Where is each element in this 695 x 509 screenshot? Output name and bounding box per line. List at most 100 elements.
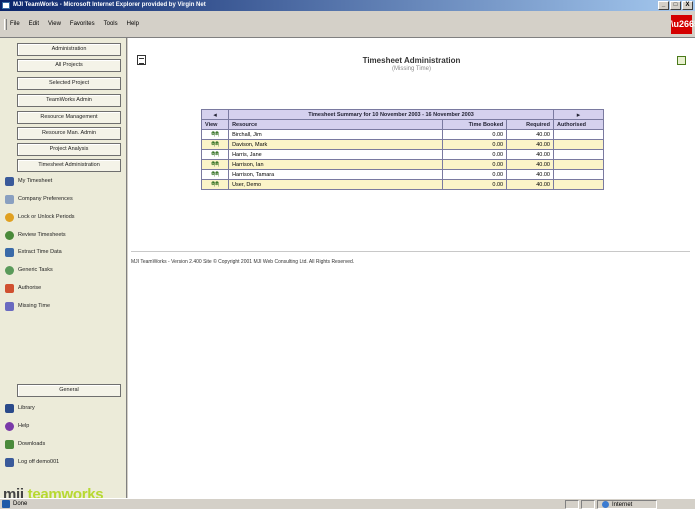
sidebar-link-missing-time[interactable]: Missing Time <box>5 299 50 313</box>
time-booked-cell: 0.00 <box>441 179 508 190</box>
ie-app-icon <box>2 2 10 9</box>
column-header-authorised: Authorised <box>552 119 605 130</box>
authorised-cell <box>552 129 605 140</box>
time-booked-cell: 0.00 <box>441 159 508 170</box>
resource-cell: Harris, Jane <box>228 149 443 160</box>
toolbar-grip[interactable] <box>4 19 7 30</box>
resource-cell: Birchall, Jim <box>228 129 443 140</box>
sidebar-link-authorise[interactable]: Authorise <box>5 281 41 295</box>
sidebar-button-selected-project[interactable]: Selected Project <box>17 77 121 90</box>
resource-cell: Harrison, Tamara <box>228 169 443 180</box>
next-week-button[interactable]: ▸ <box>552 109 605 120</box>
view-glasses-icon[interactable]: ෧෧ <box>200 159 230 170</box>
table-row: ෧෧ Birchall, Jim 0.00 40.00 <box>200 129 605 140</box>
sidebar-link-label: Review Timesheets <box>18 232 66 238</box>
internet-globe-icon <box>602 501 609 508</box>
sidebar-button-resource-man-admin[interactable]: Resource Man. Admin <box>17 127 121 140</box>
help-icon <box>5 421 14 431</box>
time-booked-cell: 0.00 <box>441 129 508 140</box>
table-row: ෧෧ Harrison, Tamara 0.00 40.00 <box>200 169 605 180</box>
review-icon <box>5 230 14 240</box>
menu-favorites[interactable]: Favorites <box>70 21 95 27</box>
prev-week-button[interactable]: ◂ <box>200 109 230 120</box>
authorised-cell <box>552 179 605 190</box>
sidebar-link-generic-tasks[interactable]: Generic Tasks <box>5 263 53 277</box>
virgin-logo-icon: \u2665 <box>671 15 695 34</box>
authorised-cell <box>552 159 605 170</box>
sidebar-link-label: Help <box>18 423 30 429</box>
table-caption: Timesheet Summary for 10 November 2003 -… <box>228 109 554 120</box>
sidebar-button-administration[interactable]: Administration <box>17 43 121 56</box>
menu-bar: File Edit View Favorites Tools Help \u26… <box>0 11 695 38</box>
status-text: Done <box>13 501 28 507</box>
column-header-required: Required <box>506 119 554 130</box>
window-title: MJI TeamWorks - Microsoft Internet Explo… <box>13 2 206 8</box>
sidebar-link-label: Library <box>18 405 35 411</box>
sidebar-link-company-preferences[interactable]: Company Preferences <box>5 192 73 206</box>
required-cell: 40.00 <box>506 159 554 170</box>
logoff-icon <box>5 457 14 467</box>
copyright-footer: MJI TeamWorks - Version 2.400 Site © Cop… <box>131 259 355 265</box>
view-glasses-icon[interactable]: ෧෧ <box>200 129 230 140</box>
table-row: ෧෧ User, Demo 0.00 40.00 <box>200 179 605 190</box>
resource-cell: Harrison, Ian <box>228 159 443 170</box>
menu-help[interactable]: Help <box>127 21 139 27</box>
table-header-row: View Resource Time Booked Required Autho… <box>200 119 605 130</box>
maximize-button[interactable]: □ <box>670 1 681 10</box>
sidebar-link-label: Downloads <box>18 441 46 447</box>
menu-file[interactable]: File <box>10 21 20 27</box>
sidebar-link-downloads[interactable]: Downloads <box>5 437 45 451</box>
downloads-icon <box>5 439 14 449</box>
zone-label: Internet <box>612 501 633 508</box>
time-booked-cell: 0.00 <box>441 139 508 150</box>
sidebar-link-review-timesheets[interactable]: Review Timesheets <box>5 228 66 242</box>
preferences-icon <box>5 194 14 204</box>
window-titlebar: MJI TeamWorks - Microsoft Internet Explo… <box>0 0 695 11</box>
status-panel <box>581 500 595 509</box>
view-glasses-icon[interactable]: ෧෧ <box>200 139 230 150</box>
footer-divider <box>131 251 690 252</box>
sidebar-link-library[interactable]: Library <box>5 401 35 415</box>
sidebar-link-label: Missing Time <box>18 303 51 309</box>
main-content: Timesheet Administration (Missing Time) … <box>128 38 695 498</box>
sidebar-link-log-off[interactable]: Log off demo001 <box>5 455 59 469</box>
required-cell: 40.00 <box>506 169 554 180</box>
sidebar-button-teamworks-admin[interactable]: TeamWorks Admin <box>17 94 121 107</box>
time-booked-cell: 0.00 <box>441 149 508 160</box>
table-row: ෧෧ Harrison, Ian 0.00 40.00 <box>200 159 605 170</box>
menu-tools[interactable]: Tools <box>104 21 118 27</box>
timesheet-icon <box>5 176 14 186</box>
column-header-view: View <box>200 119 230 130</box>
minimize-button[interactable]: _ <box>658 1 669 10</box>
authorise-icon <box>5 283 14 293</box>
sidebar-button-project-analysis[interactable]: Project Analysis <box>17 143 121 156</box>
sidebar-link-extract-time-data[interactable]: Extract Time Data <box>5 245 62 259</box>
sidebar-link-label: Log off demo001 <box>18 459 60 465</box>
close-button[interactable]: X <box>682 1 693 10</box>
view-glasses-icon[interactable]: ෧෧ <box>200 179 230 190</box>
sidebar-button-all-projects[interactable]: All Projects <box>17 59 121 72</box>
library-icon <box>5 403 14 413</box>
menu-view[interactable]: View <box>48 21 61 27</box>
required-cell: 40.00 <box>506 129 554 140</box>
sidebar-link-my-timesheet[interactable]: My Timesheet <box>5 174 52 188</box>
sidebar-link-lock-periods[interactable]: Lock or Unlock Periods <box>5 210 75 224</box>
view-glasses-icon[interactable]: ෧෧ <box>200 149 230 160</box>
sidebar-button-resource-management[interactable]: Resource Management <box>17 111 121 124</box>
sidebar-link-label: Extract Time Data <box>18 249 62 255</box>
sidebar: Administration All Projects Selected Pro… <box>0 38 127 503</box>
sidebar-link-help[interactable]: Help <box>5 419 29 433</box>
resource-cell: Davison, Mark <box>228 139 443 150</box>
sidebar-link-label: Company Preferences <box>18 196 73 202</box>
table-row: ෧෧ Davison, Mark 0.00 40.00 <box>200 139 605 150</box>
sidebar-link-label: Authorise <box>18 285 42 291</box>
sidebar-button-timesheet-administration[interactable]: Timesheet Administration <box>17 159 121 172</box>
column-header-resource: Resource <box>228 119 443 130</box>
view-glasses-icon[interactable]: ෧෧ <box>200 169 230 180</box>
sidebar-button-general[interactable]: General <box>17 384 121 397</box>
menu-edit[interactable]: Edit <box>29 21 39 27</box>
resource-cell: User, Demo <box>228 179 443 190</box>
export-excel-icon[interactable] <box>677 56 686 65</box>
authorised-cell <box>552 139 605 150</box>
authorised-cell <box>552 169 605 180</box>
